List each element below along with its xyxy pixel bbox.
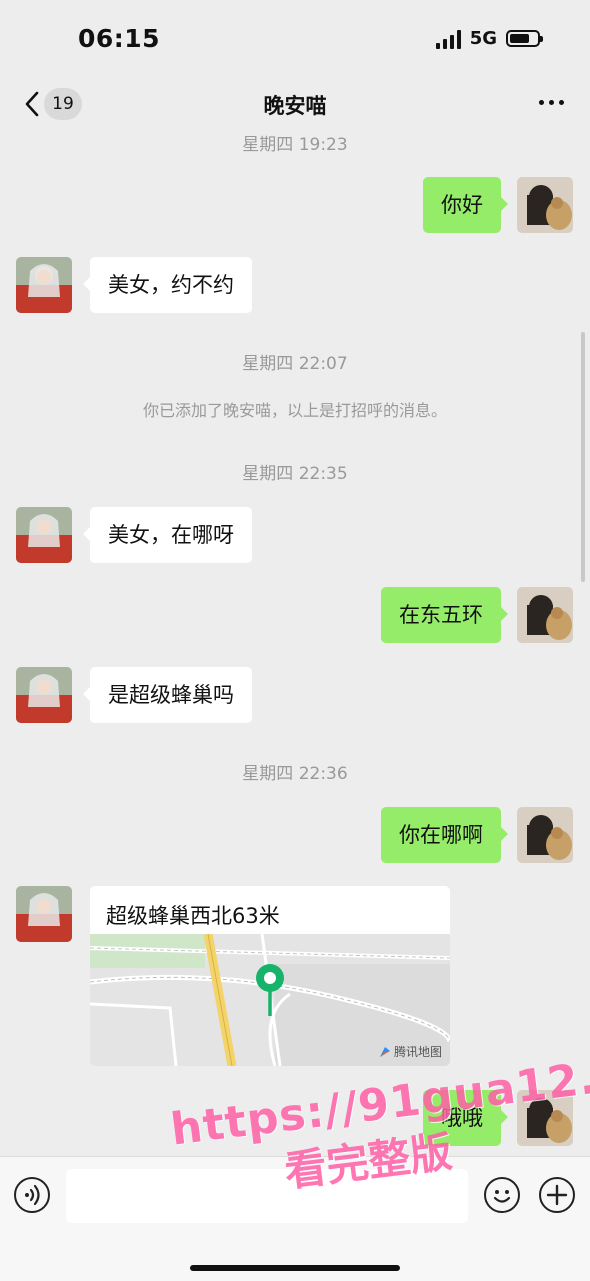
chat-title: 晚安喵 bbox=[263, 94, 327, 118]
plus-icon[interactable] bbox=[539, 1177, 575, 1213]
system-notice: 你已添加了晚安喵，以上是打招呼的消息。 bbox=[142, 401, 447, 420]
nav-bar: 19 晚安喵 bbox=[0, 80, 590, 132]
input-bar bbox=[0, 1156, 590, 1281]
my-avatar[interactable] bbox=[517, 807, 573, 863]
map-pin-icon bbox=[256, 964, 284, 1016]
contact-avatar[interactable] bbox=[16, 257, 72, 313]
home-indicator[interactable] bbox=[190, 1265, 400, 1271]
contact-avatar[interactable] bbox=[16, 507, 72, 563]
emoji-icon[interactable] bbox=[484, 1177, 520, 1213]
contact-avatar[interactable] bbox=[16, 886, 72, 942]
message-bubble-incoming[interactable]: 美女，约不约 bbox=[83, 257, 252, 313]
message-bubble-outgoing[interactable]: 你在哪啊 bbox=[381, 807, 508, 863]
chat-area[interactable]: 星期四 19:23 你好 美女，约不约 星期四 22:07 你已添加了晚安喵，以… bbox=[0, 132, 590, 1156]
scrollbar[interactable] bbox=[581, 332, 585, 582]
network-label: 5G bbox=[469, 28, 497, 49]
status-time: 06:15 bbox=[78, 24, 161, 53]
location-card[interactable]: 超级蜂巢西北63米 腾讯地图 bbox=[90, 886, 450, 1066]
voice-icon[interactable] bbox=[14, 1177, 50, 1213]
message-bubble-incoming[interactable]: 是超级蜂巢吗 bbox=[83, 667, 252, 723]
more-icon[interactable] bbox=[539, 100, 564, 105]
message-bubble-incoming[interactable]: 美女，在哪呀 bbox=[83, 507, 252, 563]
map-brand-label: 腾讯地图 bbox=[393, 1045, 442, 1059]
contact-avatar[interactable] bbox=[16, 667, 72, 723]
battery-icon bbox=[506, 30, 543, 47]
my-avatar[interactable] bbox=[517, 1090, 573, 1146]
my-avatar[interactable] bbox=[517, 177, 573, 233]
message-bubble-outgoing[interactable]: 哦哦 bbox=[423, 1090, 508, 1146]
message-bubble-outgoing[interactable]: 在东五环 bbox=[381, 587, 508, 643]
my-avatar[interactable] bbox=[517, 587, 573, 643]
location-title: 超级蜂巢西北63米 bbox=[106, 904, 280, 928]
timestamp: 星期四 22:07 bbox=[242, 354, 348, 374]
message-input[interactable] bbox=[66, 1169, 468, 1223]
tencent-map-icon bbox=[379, 1046, 390, 1057]
timestamp: 星期四 22:36 bbox=[242, 764, 348, 784]
message-bubble-outgoing[interactable]: 你好 bbox=[423, 177, 508, 233]
timestamp: 星期四 19:23 bbox=[242, 135, 348, 155]
signal-icon bbox=[435, 29, 461, 49]
timestamp: 星期四 22:35 bbox=[242, 464, 348, 484]
status-bar: 06:15 5G bbox=[0, 0, 590, 80]
map-brand: 腾讯地图 bbox=[379, 1043, 442, 1060]
status-indicators: 5G bbox=[435, 28, 543, 49]
